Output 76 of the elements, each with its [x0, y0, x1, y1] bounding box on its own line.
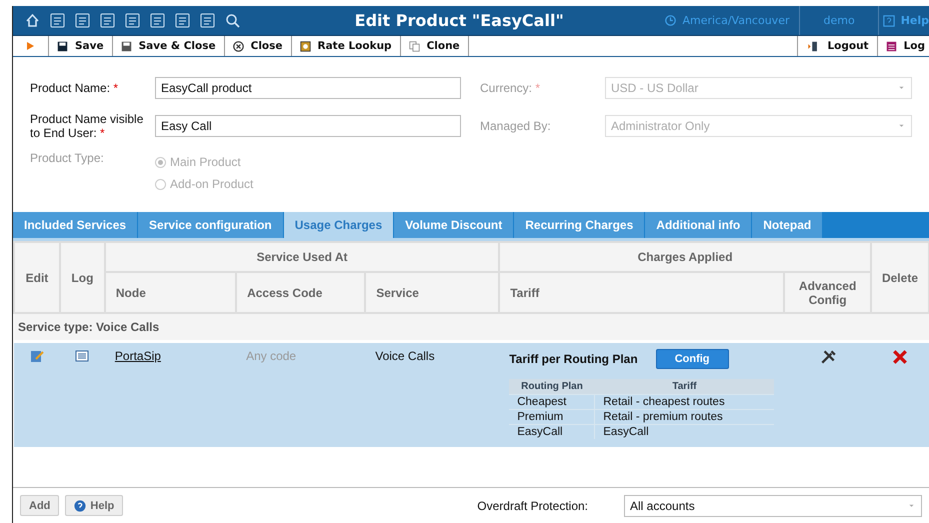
user-name: demo [800, 6, 879, 35]
toolbar-button[interactable]: Log [878, 36, 929, 56]
calculator-icon [300, 40, 310, 52]
nav-icon[interactable] [100, 13, 115, 28]
nav-icon[interactable] [150, 13, 165, 28]
tariff-name: Tariff per Routing Plan [509, 352, 638, 366]
table-cell: EasyCall [594, 424, 774, 439]
delete-icon [892, 349, 908, 365]
text-field[interactable]: EasyCall product [155, 77, 461, 99]
column-group-header: Service Used At [104, 242, 500, 272]
toolbar-button[interactable]: Rate Lookup [292, 36, 401, 56]
column-header: Service [365, 272, 500, 313]
field-label: Product Name: * [30, 81, 120, 95]
field-label: Overdraft Protection: [477, 498, 588, 512]
toolbar-button[interactable]: Logout [797, 36, 878, 56]
tools-icon [820, 349, 836, 365]
help-icon [74, 500, 86, 512]
config-button[interactable]: Config [656, 349, 729, 369]
close-icon [232, 40, 244, 52]
caret-icon [907, 502, 916, 508]
text-field[interactable]: Easy Call [155, 115, 461, 137]
column-header: Delete [870, 242, 929, 313]
toolbar-button[interactable]: Close [224, 36, 292, 56]
field-label: Currency: * [480, 81, 542, 95]
help-button[interactable]: Help [65, 495, 124, 516]
list-icon [75, 349, 90, 363]
nav-icon[interactable] [75, 13, 90, 28]
caret-icon [897, 85, 906, 91]
tab[interactable]: Notepad [752, 212, 824, 238]
help-icon [882, 14, 895, 26]
triangle-icon [27, 42, 34, 50]
tab[interactable]: Recurring Charges [514, 212, 646, 238]
column-group-header: Charges Applied [499, 242, 871, 272]
table-cell: Premium [509, 410, 595, 424]
table-cell: Cheapest [509, 394, 595, 410]
column-header: Advanced Config [784, 272, 871, 313]
column-header: Tariff [499, 272, 784, 313]
nav-icon[interactable] [50, 13, 65, 28]
table-cell: Any code [246, 349, 296, 363]
home-icon[interactable] [25, 13, 40, 28]
list-icon [886, 40, 897, 52]
column-header: Log [60, 242, 105, 313]
field-label: Product Type: [30, 151, 105, 165]
toolbar-button[interactable]: Save [49, 36, 113, 56]
edit-icon [30, 349, 44, 363]
tab[interactable]: Included Services [13, 212, 138, 238]
clock-icon [665, 15, 676, 26]
table-cell: EasyCall [509, 424, 595, 439]
page-title: Edit Product "EasyCall" [354, 11, 565, 30]
field-label: Product Name visible to End User: * [30, 112, 144, 140]
nav-icon[interactable] [175, 13, 190, 28]
select-field[interactable]: All accounts [624, 494, 922, 516]
table-cell: Voice Calls [375, 349, 435, 363]
toolbar-button[interactable]: Clone [400, 36, 469, 56]
nav-icon[interactable] [200, 13, 215, 28]
copy-icon [408, 40, 420, 52]
table-cell: Retail - premium routes [594, 410, 774, 424]
table-cell: Retail - cheapest routes [594, 394, 774, 410]
nav-icon[interactable] [125, 13, 140, 28]
caret-icon [897, 123, 906, 129]
tab[interactable]: Volume Discount [394, 212, 514, 238]
help-link[interactable]: Help [878, 6, 929, 35]
toolbar-button[interactable]: Save & Close [112, 36, 225, 56]
column-header: Tariff [594, 379, 774, 394]
node-link[interactable]: PortaSip [114, 349, 161, 363]
timezone-link[interactable]: America/Vancouver [655, 6, 800, 35]
column-header: Node [104, 272, 236, 313]
column-header: Access Code [236, 272, 366, 313]
tab[interactable]: Additional info [645, 212, 752, 238]
column-header: Edit [14, 242, 60, 313]
tab[interactable]: Usage Charges [284, 212, 394, 238]
add-button[interactable]: Add [20, 495, 60, 516]
search-icon[interactable] [225, 13, 240, 28]
tab[interactable]: Service configuration [138, 212, 284, 238]
column-header: Routing Plan [509, 379, 595, 394]
field-label: Managed By: [480, 119, 552, 133]
